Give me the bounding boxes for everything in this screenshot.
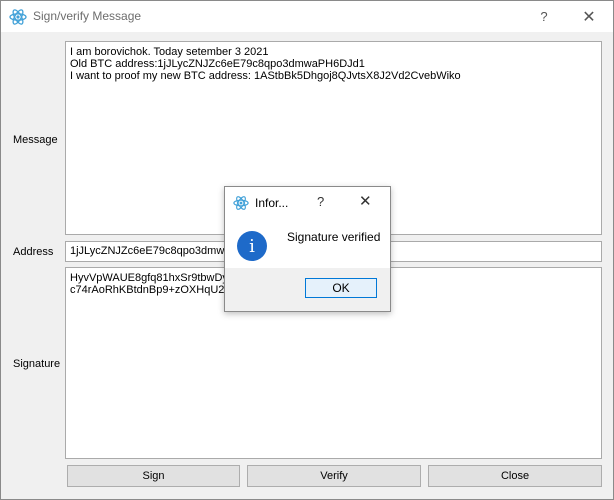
title-bar[interactable]: Sign/verify Message ? ✕ [1,1,613,32]
information-dialog: Infor... ? ✕ i Signature verified OK [224,186,391,312]
dialog-title: Infor... [255,196,289,210]
dialog-message: Signature verified [287,230,381,244]
window-close-button[interactable]: ✕ [567,1,611,32]
dialog-title-bar[interactable]: Infor... ? ✕ [225,187,390,218]
help-button[interactable]: ? [522,1,566,32]
message-line: I am borovichok. Today setember 3 2021 [70,46,269,58]
verify-button[interactable]: Verify [247,465,421,487]
dialog-help-button[interactable]: ? [317,194,324,209]
message-line: Old BTC address:1jJLycZNJZc6eE79c8qpo3dm… [70,58,365,70]
dialog-body: i Signature verified [225,218,390,268]
signature-label: Signature [13,358,61,370]
message-label: Message [13,134,58,146]
sign-button[interactable]: Sign [67,465,240,487]
close-button[interactable]: Close [428,465,602,487]
dialog-close-button[interactable]: ✕ [359,192,372,210]
ok-button[interactable]: OK [305,278,377,298]
info-icon: i [237,231,267,261]
window-title: Sign/verify Message [33,9,142,23]
qt-atom-icon [233,196,249,210]
address-label: Address [13,246,54,258]
qt-atom-icon [9,9,27,25]
message-line: I want to proof my new BTC address: 1ASt… [70,70,461,82]
